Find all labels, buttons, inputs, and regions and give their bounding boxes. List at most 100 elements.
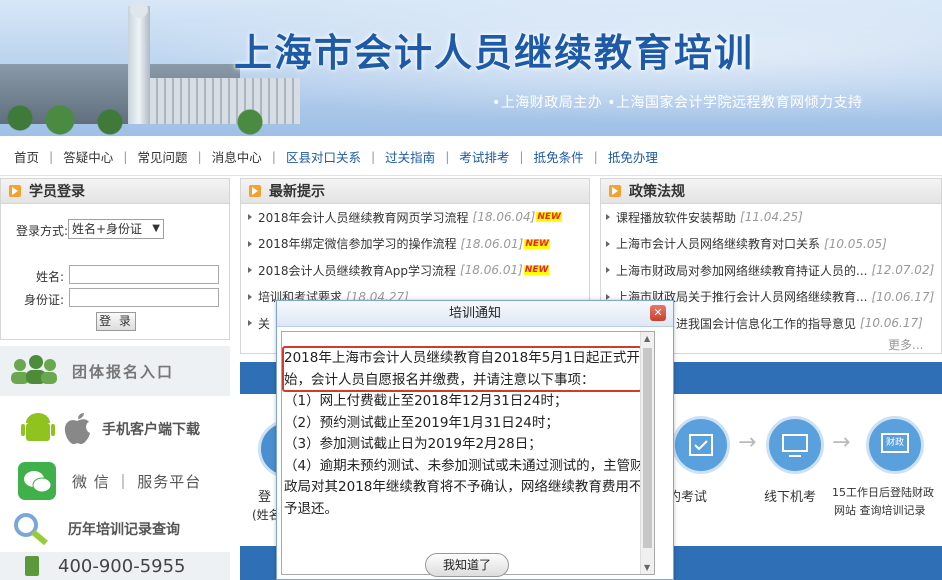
wechat-link[interactable]: 微 信 ｜ 服务平台 [0,456,230,506]
policy-date: [12.07.02] [871,263,935,278]
news-panel-header: 最新提示 [240,178,590,204]
scroll-up-icon[interactable]: ▲ [644,334,650,343]
bullet-icon [606,214,610,221]
finance-icon: 财政 [866,416,924,474]
nav-link[interactable]: 抵免条件 [534,147,584,166]
nav-separator: | [370,148,376,164]
training-notice-dialog: 培训通知 ✕ 2018年上海市会计人员继续教育自2018年5月1日起正式开始，会… [276,300,674,580]
process-step-query-sublabel: 网站 查询培训记录 [834,504,926,517]
group-signup-label: 团体报名入口 [72,362,175,381]
site-title: 上海市会计人员继续教育培训 [234,31,755,75]
nav-link[interactable]: 首页 [14,147,39,166]
nav-link[interactable]: 常见问题 [137,147,187,166]
calendar-check-icon [672,416,730,474]
name-input[interactable] [69,265,219,284]
nav-link[interactable]: 区县对口关系 [286,147,361,166]
policy-title[interactable]: 上海市财政局对参加网络继续教育持证人员的... [616,262,867,279]
bullet-icon [606,293,610,300]
nav-separator: | [49,148,54,164]
policy-title[interactable]: 进我国会计信息化工作的指导意见 [676,315,856,332]
news-title[interactable]: 2018会计人员继续教育App学习流程 [258,262,456,279]
login-button[interactable]: 登 录 [96,312,136,331]
dialog-titlebar: 培训通知 ✕ [277,301,673,327]
nav-separator: | [519,148,524,164]
policy-date: [10.05.05] [824,236,887,251]
arrow-icon [9,185,21,197]
android-icon [21,413,55,441]
chevron-down-icon: ▼ [152,223,160,234]
process-step-offline-label: 线下机考 [764,490,817,505]
news-title[interactable]: 2018年绑定微信参加学习的操作流程 [258,235,457,252]
policy-more-link[interactable]: 更多... [888,336,923,353]
group-people-icon [11,355,57,384]
list-item[interactable]: 2018年会计人员继续教育网页学习流程 [18.06.04] NEW [246,204,586,231]
arrow-right-icon: → [832,430,851,455]
apple-icon [64,413,90,445]
nav-link[interactable]: 过关指南 [385,147,435,166]
policy-panel-title: 政策法规 [629,184,685,200]
dialog-title: 培训通知 [448,306,501,321]
arrow-right-icon: → [738,430,757,455]
bullet-icon [248,240,252,247]
nav-link[interactable]: 消息中心 [212,147,262,166]
acknowledge-button[interactable]: 我知道了 [425,553,509,577]
name-label: 姓名: [36,270,65,284]
nav-item-exemption-conditions[interactable]: 抵免条件 [534,147,584,166]
bullet-icon [606,240,610,247]
list-item[interactable]: 上海市会计人员网络继续教育对口关系 [10.05.05] [604,231,940,258]
news-date: [18.06.04] [472,210,536,225]
notice-item-1: （1）网上付费截止至2018年12月31日24时； [284,393,568,409]
news-title[interactable]: 关 [258,315,270,332]
hotline: 400-900-5955 [0,552,230,580]
nav-item-exam-schedule[interactable]: 考试排考 [459,147,509,166]
list-item[interactable]: 课程播放软件安装帮助 [11.04.25] [604,204,940,231]
list-item[interactable]: 2018会计人员继续教育App学习流程 [18.06.01] NEW [246,257,586,284]
nav-item-faq[interactable]: 常见问题 [137,147,187,166]
nav-item-messages[interactable]: 消息中心 [212,147,262,166]
login-panel-title: 学员登录 [29,184,85,200]
news-date: [18.06.01] [459,263,523,278]
bullet-icon [606,267,610,274]
new-badge: NEW [536,212,562,223]
nav-item-home[interactable]: 首页 [14,147,39,166]
news-title[interactable]: 2018年会计人员继续教育网页学习流程 [258,209,469,226]
id-label: 身份证: [24,293,65,307]
notice-intro: 2018年上海市会计人员继续教育自2018年5月1日起正式开始，会计人员自愿报名… [284,350,640,388]
scroll-down-icon[interactable]: ▼ [644,563,650,572]
notice-item-4: （4）逾期未预约测试、未参加测试或未通过测试的，主管财政局对其2018年继续教育… [284,457,644,517]
login-mode-select[interactable]: 姓名+身份证 ▼ [68,219,164,239]
scrollbar-thumb[interactable] [643,348,652,548]
computer-icon [766,416,824,474]
policy-date: [10.06.17] [871,289,935,304]
policy-date: [10.06.17] [860,316,923,331]
app-download-link[interactable]: 手机客户端下载 [0,404,230,454]
nav-item-exemption-process[interactable]: 抵免办理 [608,147,658,166]
dialog-content: 2018年上海市会计人员继续教育自2018年5月1日起正式开始，会计人员自愿报名… [281,331,655,575]
history-query-label: 历年培训记录查询 [68,522,180,538]
list-item[interactable]: 上海市财政局对参加网络继续教育持证人员的... [12.07.02] [604,257,940,284]
nav-link[interactable]: 抵免办理 [608,147,658,166]
nav-item-guide[interactable]: 过关指南 [385,147,435,166]
id-input[interactable] [69,288,219,307]
close-icon[interactable]: ✕ [650,305,666,321]
login-mode-label: 登录方式: [16,224,69,238]
new-badge: NEW [523,265,550,276]
nav-separator: | [593,148,598,164]
list-item[interactable]: 2018年绑定微信参加学习的操作流程 [18.06.01] NEW [246,231,586,258]
nav-item-district[interactable]: 区县对口关系 [286,147,361,166]
policy-title[interactable]: 课程播放软件安装帮助 [616,209,736,226]
nav-link[interactable]: 考试排考 [459,147,509,166]
nav-separator: | [123,148,128,164]
policy-title[interactable]: 上海市会计人员网络继续教育对口关系 [616,235,820,252]
login-panel-header: 学员登录 [0,178,230,204]
wechat-label: 微 信 ｜ 服务平台 [72,472,202,491]
dialog-scrollbar[interactable]: ▲ ▼ [640,332,654,574]
history-query-link[interactable]: 历年培训记录查询 [0,506,230,552]
arrow-icon [249,185,261,197]
group-signup-link[interactable]: 团体报名入口 [0,346,230,396]
app-download-label: 手机客户端下载 [102,422,200,438]
nav-item-qa[interactable]: 答疑中心 [63,147,113,166]
nav-link[interactable]: 答疑中心 [63,147,113,166]
monitor-icon [782,434,808,457]
wechat-icon [18,462,56,500]
